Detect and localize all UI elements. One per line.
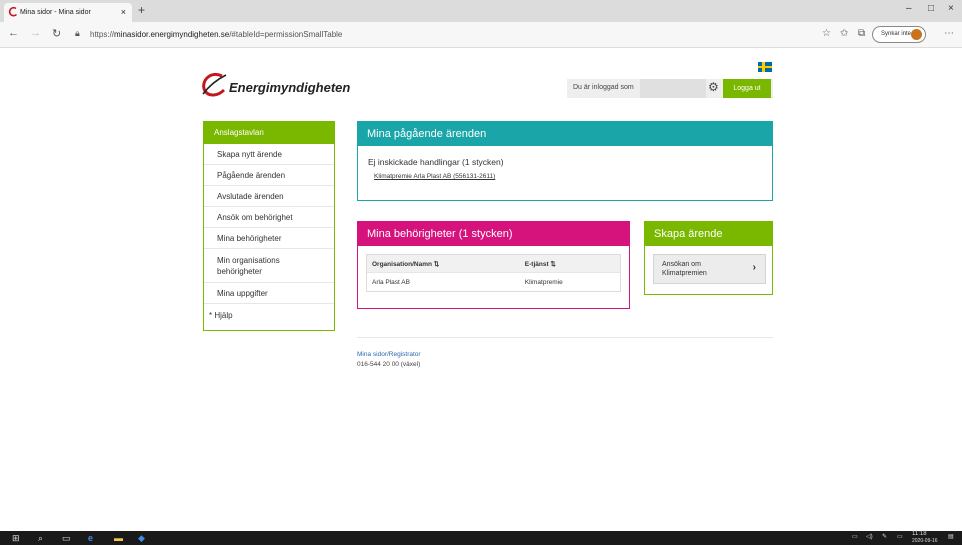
logout-button[interactable]: Logga ut [723, 79, 771, 98]
table-cell-e-tjanst: Klimatpremie [524, 278, 563, 286]
permissions-panel: Mina behörigheter (1 stycken) Organisati… [357, 221, 630, 309]
gear-icon[interactable]: ⚙ [708, 80, 719, 94]
column-header-organisation[interactable]: Organisation/Namn ⇅ [367, 260, 521, 268]
permissions-title: Mina behörigheter (1 stycken) [358, 222, 629, 246]
collections-icon[interactable]: ⧉ [858, 28, 865, 39]
table-header-row: Organisation/Namn ⇅ E-tjänst ⇅ [367, 255, 620, 273]
forward-icon[interactable]: → [30, 27, 41, 39]
apply-button-line1: Ansökan om [662, 261, 701, 268]
sidebar-item-anslagstavlan[interactable]: Anslagstavlan [204, 122, 334, 144]
case-link[interactable]: Klimatpremie Arla Plast AB (556131-2611) [374, 173, 495, 180]
tab-title: Mina sidor - Mina sidor [20, 9, 91, 16]
sync-label: Synkar inte [881, 31, 912, 37]
back-icon[interactable]: ← [8, 27, 19, 39]
search-icon[interactable]: ⌕ [38, 532, 43, 544]
star-icon[interactable]: ☆ [822, 28, 831, 39]
create-case-title: Skapa ärende [645, 222, 772, 246]
sidebar-item-min-organisations-behorigheter[interactable]: Min organisations behörigheter [204, 249, 334, 283]
sidebar-nav: Anslagstavlan Skapa nytt ärende Pågående… [203, 121, 335, 331]
table-cell-organisation: Arla Plast AB [372, 278, 410, 286]
sidebar-item-pagaende-arenden[interactable]: Pågående ärenden [204, 165, 334, 186]
notification-icon[interactable]: ▤ [948, 533, 954, 540]
close-window-button[interactable]: × [948, 3, 954, 14]
url-prefix: https:// [90, 30, 115, 39]
app-icon[interactable]: ◆ [138, 532, 145, 544]
sidebar-item-mina-behorigheter[interactable]: Mina behörigheter [204, 228, 334, 249]
pen-icon[interactable]: ✎ [882, 533, 887, 540]
profile-avatar [911, 29, 922, 40]
windows-taskbar: ⊞ ⌕ ▭ e ▬ ◆ ▭ ◁) ✎ ▭ 11:18 2020-09-16 ▤ [0, 531, 962, 545]
create-case-panel: Skapa ärende Ansökan om Klimatpremien › [644, 221, 773, 295]
logged-in-label: Du är inloggad som [573, 84, 634, 91]
url-domain: minasidor.energimyndigheten.se [114, 30, 230, 39]
column-header-e-tjanst[interactable]: E-tjänst ⇅ [521, 260, 620, 268]
tab-close-icon[interactable]: × [121, 3, 126, 22]
sync-button[interactable]: Synkar inte [872, 26, 926, 43]
permissions-table: Organisation/Namn ⇅ E-tjänst ⇅ Arla Plas… [366, 254, 621, 292]
unsent-documents-text: Ej inskickade handlingar (1 stycken) [368, 157, 504, 167]
new-tab-button[interactable]: + [138, 3, 145, 17]
table-row[interactable]: Arla Plast AB Klimatpremie [367, 273, 620, 291]
file-explorer-icon[interactable]: ▬ [114, 532, 123, 544]
energimyndigheten-favicon-icon [8, 7, 18, 17]
sidebar-item-mina-uppgifter[interactable]: Mina uppgifter [204, 283, 334, 304]
windows-start-icon[interactable]: ⊞ [12, 532, 20, 544]
clock-time: 11:18 [912, 531, 927, 537]
sidebar-item-avslutade-arenden[interactable]: Avslutade ärenden [204, 186, 334, 207]
chevron-right-icon: › [752, 262, 756, 273]
sidebar-item-hjalp[interactable]: * Hjälp [204, 304, 334, 326]
apply-klimatpremie-button[interactable]: Ansökan om Klimatpremien › [653, 254, 766, 284]
footer-phone: 016-544 20 00 (växel) [357, 361, 421, 368]
lock-icon: 🔒︎ [75, 28, 80, 38]
sidebar-item-skapa-nytt-arende[interactable]: Skapa nytt ärende [204, 144, 334, 165]
maximize-button[interactable]: □ [928, 3, 934, 14]
refresh-icon[interactable]: ↻ [52, 27, 61, 40]
address-bar: ← → ↻ 🔒︎ https://minasidor.energimyndigh… [0, 22, 962, 48]
url-field[interactable]: https://minasidor.energimyndigheten.se/#… [90, 30, 342, 39]
logged-in-user-field [640, 79, 706, 98]
energimyndigheten-logo-icon[interactable] [200, 72, 228, 98]
menu-icon[interactable]: ⋯ [944, 28, 954, 39]
browser-tab[interactable]: Mina sidor - Mina sidor × [4, 3, 132, 22]
task-view-icon[interactable]: ▭ [62, 532, 71, 544]
ongoing-cases-title: Mina pågående ärenden [358, 122, 772, 146]
edge-icon[interactable]: e [88, 532, 93, 544]
network-icon[interactable]: ▭ [852, 533, 858, 540]
apply-button-line2: Klimatpremien [662, 270, 707, 277]
volume-icon[interactable]: ◁) [866, 533, 873, 540]
keyboard-icon[interactable]: ▭ [897, 533, 903, 540]
browser-tab-bar: Mina sidor - Mina sidor × + – □ × [0, 0, 962, 22]
footer-divider [357, 337, 773, 338]
url-path: /#tableId=permissionSmallTable [229, 30, 343, 39]
favorites-icon[interactable]: ✩ [840, 28, 848, 39]
swedish-flag-icon[interactable] [758, 62, 772, 72]
clock[interactable]: 11:18 2020-09-16 [912, 531, 938, 545]
footer-registrator-link[interactable]: Mina sidor/Registrator [357, 351, 421, 358]
ongoing-cases-panel: Mina pågående ärenden Ej inskickade hand… [357, 121, 773, 201]
minimize-button[interactable]: – [906, 3, 912, 14]
logo-text[interactable]: Energimyndigheten [229, 80, 350, 95]
clock-date: 2020-09-16 [912, 538, 938, 544]
sidebar-item-ansok-om-behorighet[interactable]: Ansök om behörighet [204, 207, 334, 228]
